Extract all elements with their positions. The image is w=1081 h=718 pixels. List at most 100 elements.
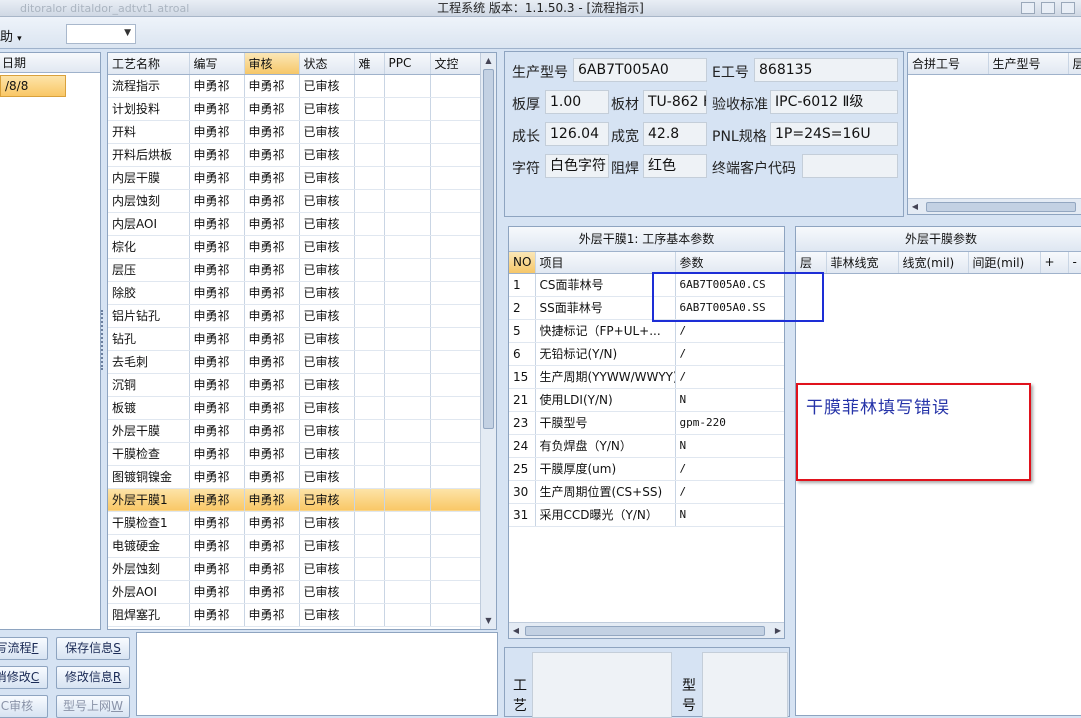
review-button[interactable]: C审核 xyxy=(0,695,48,718)
table-row[interactable]: 图镀铜镍金 申勇祁 申勇祁 已审核 xyxy=(108,465,481,489)
eno-field[interactable]: 868135 xyxy=(754,58,898,82)
scroll-down-icon[interactable]: ▼ xyxy=(481,613,496,629)
process-table-scrollbar[interactable]: ▲ ▼ xyxy=(480,53,496,629)
table-row[interactable]: 开料后烘板 申勇祁 申勇祁 已审核 xyxy=(108,143,481,167)
table-row[interactable]: 24 有负焊盘（Y/N） N xyxy=(509,434,784,458)
table-row[interactable]: 板镀 申勇祁 申勇祁 已审核 xyxy=(108,396,481,420)
table-row[interactable]: 内层AOI 申勇祁 申勇祁 已审核 xyxy=(108,212,481,236)
scroll-up-icon[interactable]: ▲ xyxy=(481,53,496,69)
column-header[interactable]: 项目 xyxy=(535,252,676,274)
table-row[interactable]: 6 无铅标记(Y/N) / xyxy=(509,342,784,366)
table-row[interactable]: 内层干膜 申勇祁 申勇祁 已审核 xyxy=(108,166,481,190)
table-cell: 已审核 xyxy=(299,235,355,259)
splitter-handle[interactable] xyxy=(101,310,105,370)
table-row[interactable]: 流程指示 申勇祁 申勇祁 已审核 xyxy=(108,74,481,98)
table-cell: 申勇祁 xyxy=(189,465,245,489)
column-header[interactable]: 参数 xyxy=(675,252,784,274)
table-row[interactable]: 5 快捷标记（FP+UL+... / xyxy=(509,319,784,343)
scroll-thumb[interactable] xyxy=(483,69,494,429)
column-header[interactable]: 审核 xyxy=(244,53,300,75)
pnl-field[interactable]: 1P=24S=16U xyxy=(770,122,898,146)
cancel-edit-button[interactable]: 消修改C xyxy=(0,666,48,689)
column-header[interactable]: 层 xyxy=(1068,53,1081,75)
table-row[interactable]: 25 干膜厚度(um) / xyxy=(509,457,784,481)
scroll-left-icon[interactable]: ◀ xyxy=(908,199,922,214)
table-row[interactable]: 阻焊塞孔 申勇祁 申勇祁 已审核 xyxy=(108,603,481,627)
table-row[interactable]: 干膜检查 申勇祁 申勇祁 已审核 xyxy=(108,442,481,466)
date-row[interactable]: /8/8 xyxy=(0,75,66,97)
column-header[interactable]: 合拼工号 xyxy=(908,53,989,75)
mask-field[interactable]: 红色 xyxy=(643,154,707,178)
help-menu[interactable]: 助 ▾ xyxy=(0,26,22,45)
maximize-button[interactable] xyxy=(1041,2,1055,14)
length-field[interactable]: 126.04 xyxy=(545,122,609,146)
material-field[interactable]: TU-862 H xyxy=(643,90,707,114)
model-field[interactable]: 6AB7T005A0 xyxy=(573,58,707,82)
table-row[interactable]: 外层干膜 申勇祁 申勇祁 已审核 xyxy=(108,419,481,443)
table-row[interactable]: 钻孔 申勇祁 申勇祁 已审核 xyxy=(108,327,481,351)
table-row[interactable]: 干膜检查1 申勇祁 申勇祁 已审核 xyxy=(108,511,481,535)
scroll-right-icon[interactable]: ▶ xyxy=(771,623,784,638)
table-row[interactable]: 开料 申勇祁 申勇祁 已审核 xyxy=(108,120,481,144)
hscroll-thumb[interactable] xyxy=(926,202,1076,212)
table-row[interactable]: 计划投料 申勇祁 申勇祁 已审核 xyxy=(108,97,481,121)
table-row[interactable]: 电镀硬金 申勇祁 申勇祁 已审核 xyxy=(108,534,481,558)
model-detail-field[interactable] xyxy=(702,652,788,718)
column-header[interactable]: - xyxy=(1068,252,1081,274)
standard-field[interactable]: IPC-6012 Ⅱ级 xyxy=(770,90,898,114)
notes-area[interactable] xyxy=(136,632,498,716)
hscroll-thumb[interactable] xyxy=(525,626,765,636)
table-row[interactable]: 外层干膜1 申勇祁 申勇祁 已审核 xyxy=(108,488,481,512)
table-row[interactable]: 31 采用CCD曝光（Y/N） N xyxy=(509,503,784,527)
table-row[interactable]: 外层蚀刻 申勇祁 申勇祁 已审核 xyxy=(108,557,481,581)
column-header[interactable]: 工艺名称 xyxy=(108,53,190,75)
params-hscroll[interactable]: ◀ ▶ xyxy=(509,622,784,638)
table-cell: 开料 xyxy=(108,120,190,144)
model-online-button[interactable]: 型号上网W xyxy=(56,695,130,718)
table-row[interactable]: 23 干膜型号 gpm-220 xyxy=(509,411,784,435)
column-header[interactable]: PPC xyxy=(384,53,431,75)
minimize-button[interactable] xyxy=(1021,2,1035,14)
column-header[interactable]: 层 xyxy=(796,252,827,274)
thickness-field[interactable]: 1.00 xyxy=(545,90,609,114)
table-row[interactable]: 15 生产周期(YYWW/WWYY) / xyxy=(509,365,784,389)
column-header[interactable]: 文控 xyxy=(430,53,481,75)
write-process-button[interactable]: 写流程F xyxy=(0,637,48,660)
table-row[interactable]: 棕化 申勇祁 申勇祁 已审核 xyxy=(108,235,481,259)
table-cell xyxy=(354,580,385,604)
table-row[interactable]: 外层AOI 申勇祁 申勇祁 已审核 xyxy=(108,580,481,604)
column-header[interactable]: 生产型号 xyxy=(988,53,1069,75)
edit-info-button[interactable]: 修改信息R xyxy=(56,666,130,689)
model-vertical-label: 型号 xyxy=(682,678,696,714)
table-row[interactable]: 21 使用LDI(Y/N) N xyxy=(509,388,784,412)
toolbar-dropdown[interactable]: ▼ xyxy=(66,24,136,44)
table-cell: 申勇祁 xyxy=(244,235,300,259)
table-row[interactable]: 层压 申勇祁 申勇祁 已审核 xyxy=(108,258,481,282)
save-info-button[interactable]: 保存信息S xyxy=(56,637,130,660)
process-field[interactable] xyxy=(532,652,672,718)
column-header[interactable]: 线宽(mil) xyxy=(898,252,969,274)
table-cell: 已审核 xyxy=(299,143,355,167)
table-row[interactable]: 铝片钻孔 申勇祁 申勇祁 已审核 xyxy=(108,304,481,328)
table-row[interactable]: 沉铜 申勇祁 申勇祁 已审核 xyxy=(108,373,481,397)
width-field[interactable]: 42.8 xyxy=(643,122,707,146)
table-row[interactable]: 内层蚀刻 申勇祁 申勇祁 已审核 xyxy=(108,189,481,213)
table-cell: 已审核 xyxy=(299,557,355,581)
model-label: 生产型号 xyxy=(512,65,568,81)
customer-field[interactable] xyxy=(802,154,898,178)
column-header[interactable]: NO xyxy=(509,252,536,274)
column-header[interactable]: + xyxy=(1040,252,1069,274)
scroll-left-icon[interactable]: ◀ xyxy=(509,623,523,638)
table-cell xyxy=(354,396,385,420)
table-row[interactable]: 除胶 申勇祁 申勇祁 已审核 xyxy=(108,281,481,305)
column-header[interactable]: 间距(mil) xyxy=(968,252,1041,274)
close-button[interactable] xyxy=(1061,2,1075,14)
table-row[interactable]: 30 生产周期位置(CS+SS) / xyxy=(509,480,784,504)
column-header[interactable]: 编写 xyxy=(189,53,245,75)
legend-field[interactable]: 白色字符 xyxy=(545,154,609,178)
column-header[interactable]: 难 xyxy=(354,53,385,75)
table-row[interactable]: 去毛刺 申勇祁 申勇祁 已审核 xyxy=(108,350,481,374)
column-header[interactable]: 菲林线宽 xyxy=(826,252,899,274)
column-header[interactable]: 状态 xyxy=(299,53,355,75)
merge-table-hscroll[interactable]: ◀ xyxy=(908,198,1081,214)
